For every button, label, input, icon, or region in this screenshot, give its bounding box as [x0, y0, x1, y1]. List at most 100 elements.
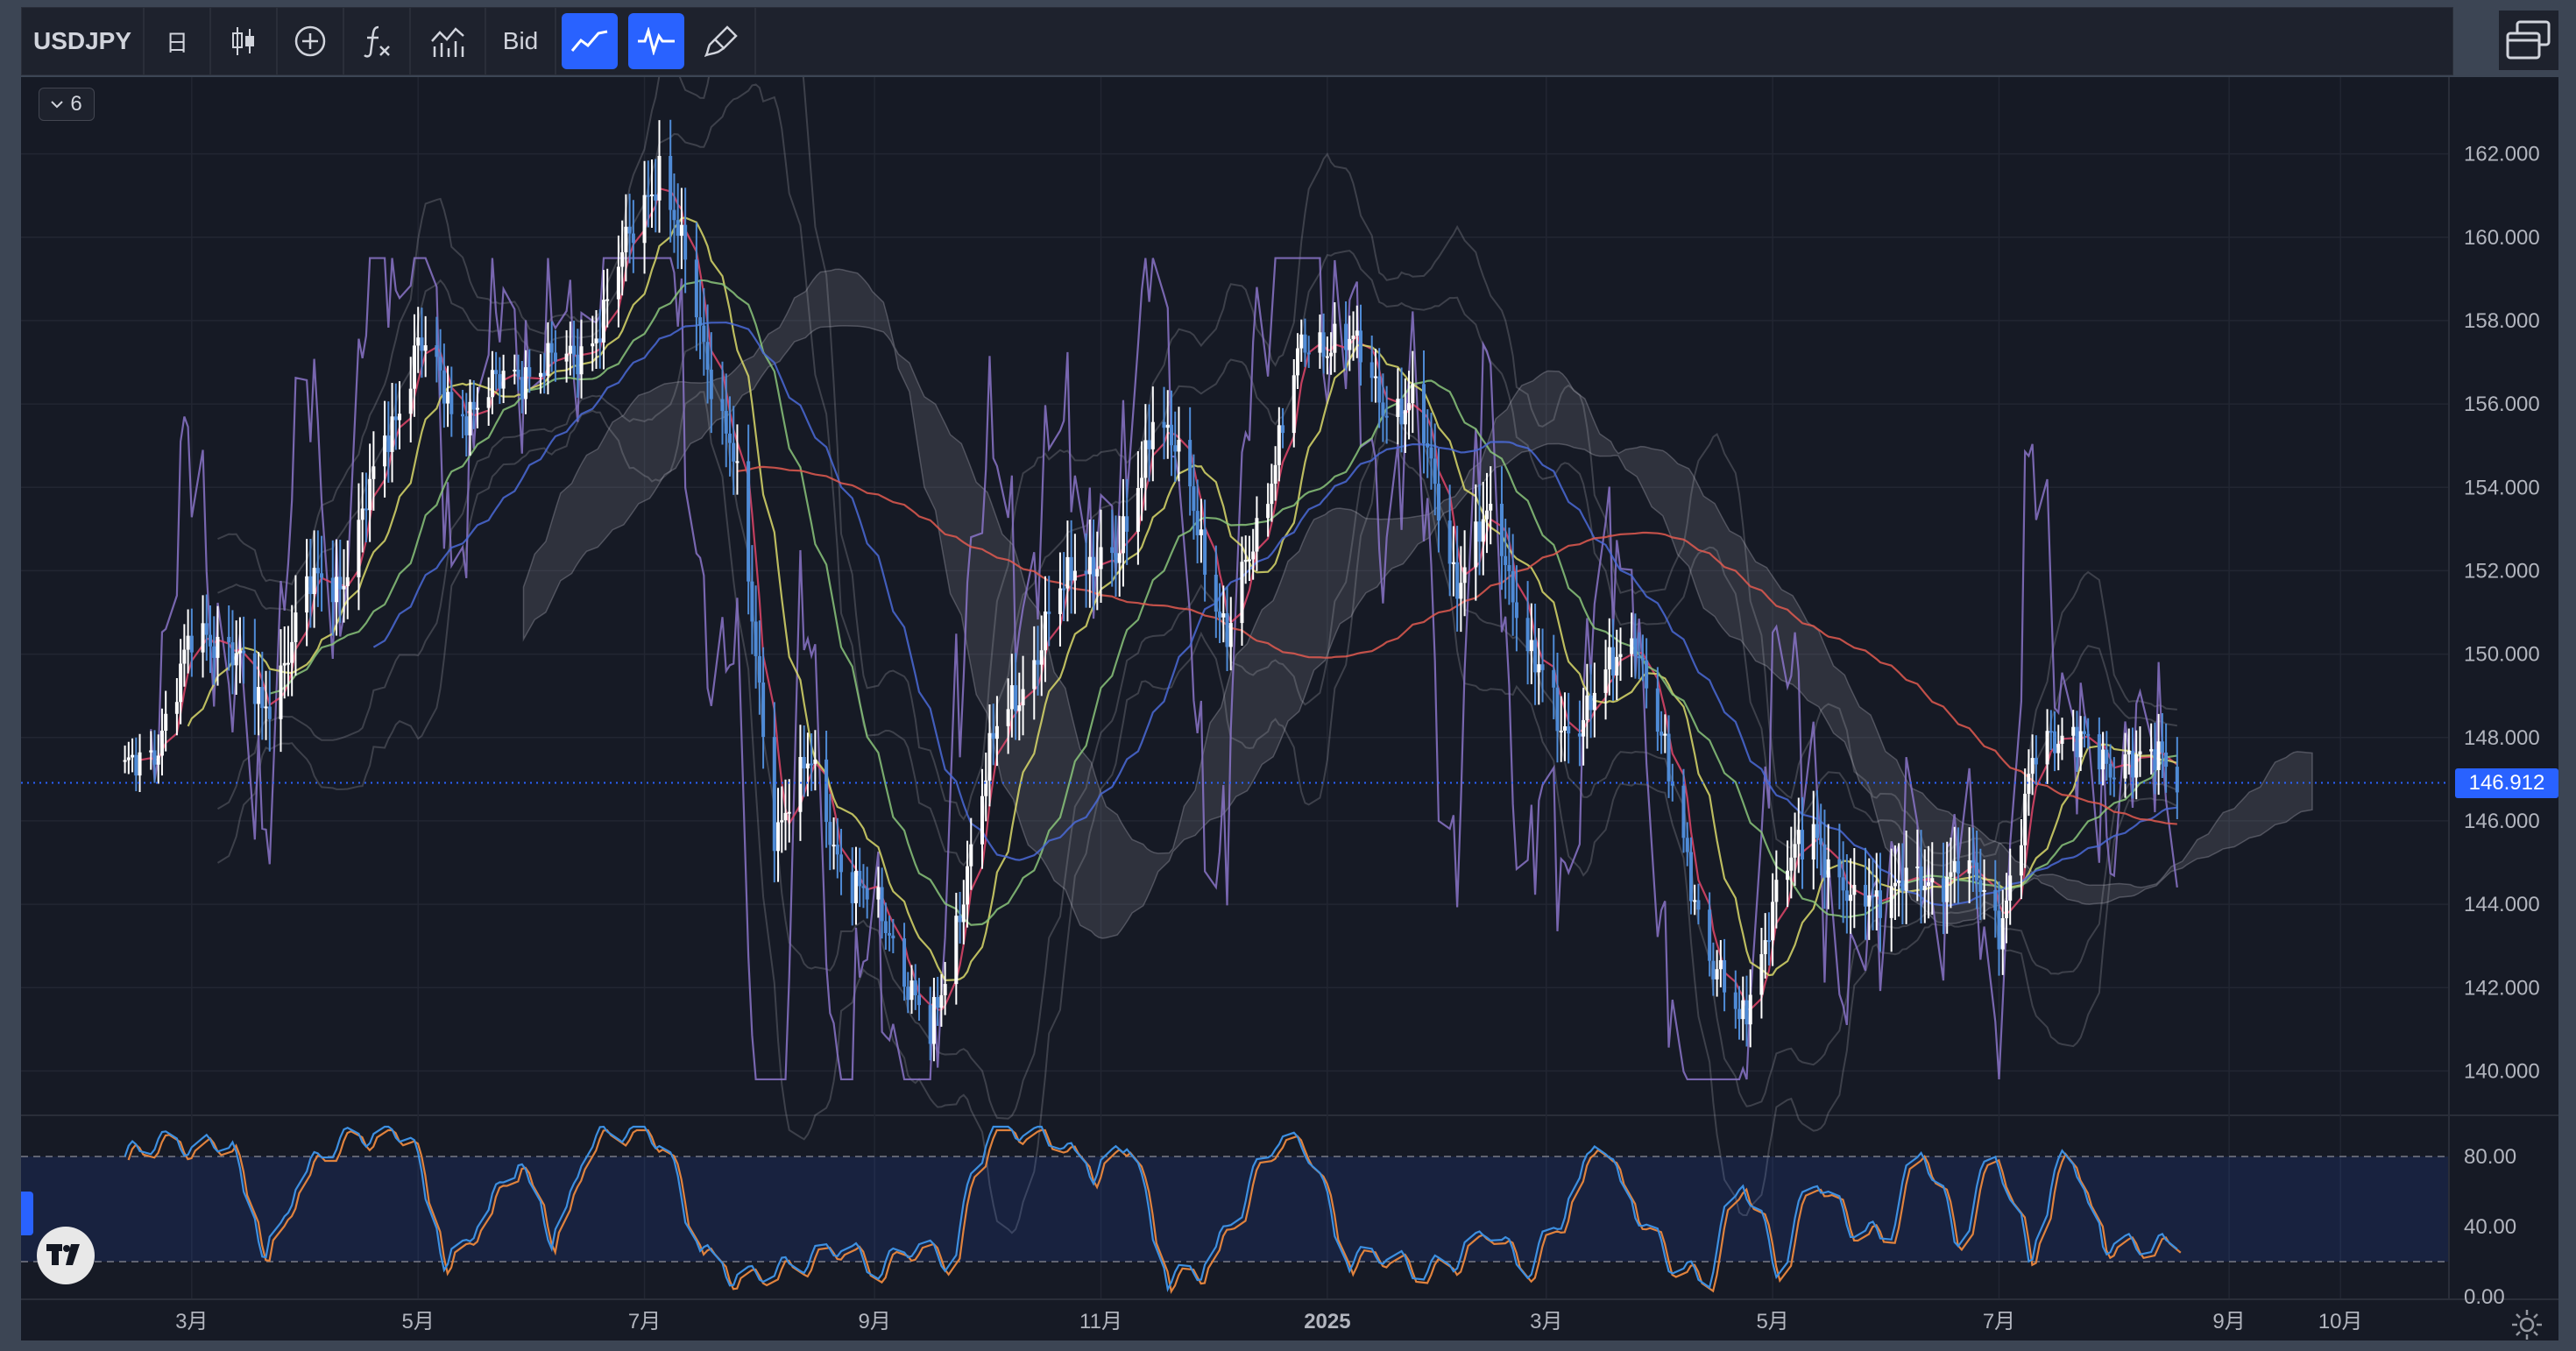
- candle-body: [1592, 692, 1596, 711]
- candle-body: [1978, 880, 1983, 892]
- candle-body: [805, 763, 810, 769]
- candle-body: [2164, 752, 2169, 767]
- candle-body: [1915, 866, 1920, 869]
- candle-body: [212, 646, 216, 658]
- symbol-search-button[interactable]: USDJPY: [22, 8, 145, 74]
- time-tick-label: 5月: [402, 1310, 435, 1333]
- candle-body: [498, 374, 502, 389]
- candle-body: [980, 796, 984, 845]
- candle-body: [1072, 570, 1077, 581]
- price-tick-label: 156.000: [2464, 393, 2540, 416]
- candle-body: [1292, 375, 1296, 434]
- line-chart-icon[interactable]: [562, 13, 618, 69]
- candle-body: [1188, 440, 1192, 487]
- indicator-templates-icon[interactable]: [411, 8, 486, 74]
- candle-body: [1637, 656, 1641, 659]
- candle-body: [1708, 909, 1712, 961]
- candle-body: [1589, 695, 1593, 711]
- candle-body: [568, 345, 572, 354]
- candle-body: [1177, 440, 1181, 452]
- chart-canvas[interactable]: 162.000 160.000 158.000 156.000 154.000 152.0…: [21, 77, 2558, 1340]
- candle-body: [2000, 918, 2005, 950]
- candle-body: [204, 623, 209, 635]
- candle-body: [1303, 334, 1307, 353]
- candle-body: [2123, 754, 2127, 779]
- tradingview-logo-icon[interactable]: [37, 1227, 95, 1284]
- side-panel-toggle[interactable]: [21, 1192, 33, 1235]
- indicators-icon[interactable]: [344, 8, 411, 74]
- candle-body: [1871, 895, 1875, 898]
- candle-body: [1325, 356, 1329, 358]
- candle-body: [1815, 824, 1819, 838]
- candle-body: [1771, 902, 1775, 941]
- brush-icon[interactable]: [690, 8, 756, 74]
- bid-button[interactable]: Bid: [486, 8, 556, 74]
- candle-body: [1058, 588, 1062, 614]
- candle-body: [186, 635, 190, 650]
- candle-body: [2153, 749, 2157, 770]
- candle-body: [1377, 376, 1382, 403]
- candle-body: [1411, 384, 1415, 404]
- candle-body: [850, 872, 854, 903]
- candle-body: [1192, 486, 1196, 512]
- candle-body: [627, 226, 632, 234]
- candle-body: [902, 938, 907, 987]
- candle-body: [1195, 511, 1200, 535]
- add-compare-icon[interactable]: [278, 8, 344, 74]
- candle-body: [416, 337, 421, 346]
- candle-body: [1582, 719, 1586, 737]
- candle-body: [928, 1005, 932, 1044]
- candles-icon[interactable]: [211, 8, 278, 74]
- candle-body: [1318, 332, 1322, 353]
- candle-body: [1685, 838, 1689, 852]
- layout-icon[interactable]: [2499, 11, 2558, 70]
- pane-separator: [21, 1114, 2558, 1116]
- candle-body: [1759, 954, 1764, 995]
- candle-body: [123, 760, 127, 762]
- candle-body: [757, 655, 761, 683]
- candle-body: [1504, 555, 1508, 565]
- candle-body: [1047, 611, 1051, 614]
- candle-body: [1559, 730, 1563, 732]
- candle-body: [958, 916, 962, 923]
- candle-body: [279, 665, 283, 719]
- candle-body: [579, 346, 584, 375]
- candle-body: [1533, 640, 1538, 673]
- candle-body: [1333, 323, 1337, 353]
- candle-body: [2075, 726, 2079, 758]
- candle-body: [1032, 660, 1037, 690]
- interval-button[interactable]: 日: [145, 8, 211, 74]
- candle-body: [538, 372, 542, 377]
- candle-body: [654, 194, 658, 201]
- candle-body: [1295, 348, 1300, 376]
- oscillator-band-fill: [21, 1156, 2448, 1262]
- top-toolbar: USDJPY 日 Bid: [21, 7, 2453, 75]
- candle-body: [1169, 424, 1174, 446]
- candle-body: [1062, 588, 1066, 591]
- candle-body: [1426, 442, 1430, 448]
- time-tick-label: 11月: [1079, 1310, 1122, 1333]
- candle-body: [776, 822, 781, 852]
- candle-body: [1849, 895, 1853, 902]
- candle-body: [438, 357, 442, 371]
- candle-body: [679, 224, 683, 237]
- settings-gear-icon[interactable]: [2509, 1307, 2544, 1342]
- candle-body: [461, 414, 465, 417]
- candle-body: [1640, 657, 1645, 661]
- candle-body: [1277, 425, 1281, 465]
- candle-body: [1567, 725, 1571, 734]
- candle-body: [1562, 725, 1567, 731]
- candle-body: [1618, 654, 1623, 657]
- chart-area[interactable]: 162.000 160.000 158.000 156.000 154.000 152.0…: [21, 77, 2558, 1340]
- candle-body: [1893, 882, 1897, 887]
- candle-body: [1667, 733, 1671, 782]
- oscillator-icon[interactable]: [628, 13, 684, 69]
- candle-body: [1218, 612, 1222, 618]
- candle-body: [1199, 529, 1203, 535]
- candle-body: [1240, 562, 1244, 624]
- legend-collapse-button[interactable]: 6: [39, 88, 95, 121]
- price-tick-label: 146.000: [2464, 810, 2540, 833]
- candle-body: [501, 371, 506, 389]
- candle-body: [591, 343, 595, 347]
- candle-body: [987, 732, 992, 781]
